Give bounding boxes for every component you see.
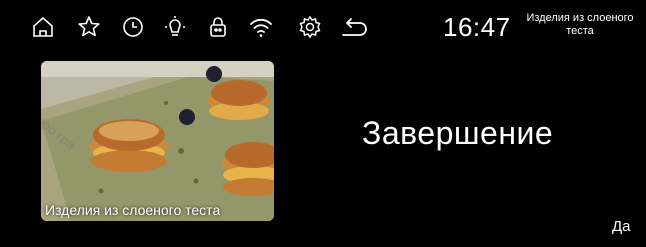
timer-clock-icon[interactable] [120, 14, 146, 40]
favorite-star-icon[interactable] [76, 14, 102, 40]
top-bar: 16:47 Изделия из слоеного теста [0, 0, 646, 58]
settings-gear-icon[interactable] [297, 14, 323, 40]
clock-time: 16:47 [443, 12, 511, 42]
status-title: Завершение [362, 115, 554, 151]
child-lock-icon[interactable] [205, 14, 231, 40]
home-icon[interactable] [30, 14, 56, 40]
light-bulb-icon[interactable] [162, 14, 188, 40]
wifi-icon[interactable] [248, 14, 274, 40]
program-name: Изделия из слоеного теста [526, 12, 634, 37]
recipe-card[interactable]: о́ро гра Изделия из слоеного теста [41, 61, 274, 221]
confirm-button[interactable]: Да [612, 218, 631, 235]
back-arrow-icon[interactable] [340, 14, 370, 40]
recipe-caption: Изделия из слоеного теста [45, 202, 221, 218]
